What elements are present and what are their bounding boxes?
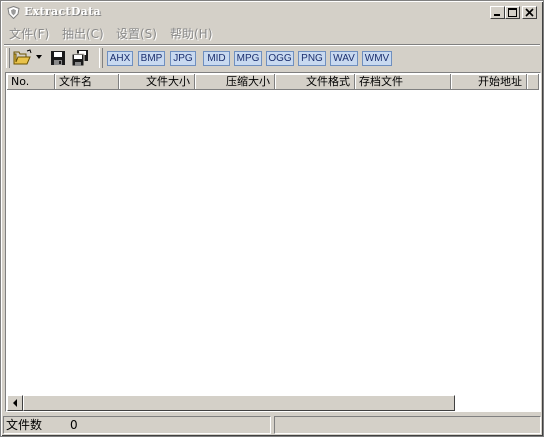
column-header-no[interactable]: No. (7, 74, 55, 90)
open-folder-icon[interactable] (13, 49, 33, 67)
list-header: No. 文件名 文件大小 压缩大小 文件格式 存档文件 开始地址 (7, 74, 539, 90)
format-mpg-button[interactable]: MPG (234, 51, 262, 66)
minimize-icon (494, 14, 500, 16)
status-file-count-panel: 文件数 0 (3, 416, 271, 434)
menu-help[interactable]: 帮助(H) (170, 25, 212, 42)
save-all-icon[interactable] (71, 49, 89, 67)
save-icon[interactable] (49, 49, 67, 67)
arrow-left-icon (12, 399, 17, 407)
column-header-file-format[interactable]: 文件格式 (275, 74, 355, 90)
scroll-left-button[interactable] (7, 395, 23, 411)
format-ogg-button[interactable]: OGG (266, 51, 294, 66)
toolbar: AHX BMP JPG MID MPG OGG PNG WAV WMV (3, 46, 541, 70)
title-bar[interactable]: ExtractData (3, 3, 541, 22)
close-icon (525, 8, 534, 17)
app-shield-icon (7, 6, 20, 19)
format-bmp-button[interactable]: BMP (138, 51, 165, 66)
column-header-compressed-size[interactable]: 压缩大小 (195, 74, 275, 90)
toolbar-grip-formats[interactable] (99, 48, 103, 68)
main-window: ExtractData 文件(F) 抽出(C) 设置(S) 帮助(H) AHX … (0, 0, 544, 437)
toolbar-grip[interactable] (6, 48, 10, 68)
menu-settings[interactable]: 设置(S) (116, 25, 157, 42)
column-header-archive-file[interactable]: 存档文件 (355, 74, 451, 90)
horizontal-scrollbar[interactable] (7, 395, 455, 411)
format-wmv-button[interactable]: WMV (362, 51, 392, 66)
scroll-corner (455, 395, 539, 411)
minimize-button[interactable] (490, 6, 505, 19)
column-header-start-address[interactable]: 开始地址 (451, 74, 527, 90)
menu-bar: 文件(F) 抽出(C) 设置(S) 帮助(H) (3, 23, 541, 42)
format-ahx-button[interactable]: AHX (107, 51, 133, 66)
format-jpg-button[interactable]: JPG (170, 51, 196, 66)
status-bar: 文件数 0 (3, 415, 541, 435)
maximize-icon (508, 8, 517, 17)
menu-extract[interactable]: 抽出(C) (62, 25, 104, 42)
file-count-value: 0 (70, 418, 78, 432)
file-list[interactable]: No. 文件名 文件大小 压缩大小 文件格式 存档文件 开始地址 (5, 72, 541, 412)
format-mid-button[interactable]: MID (203, 51, 230, 66)
column-header-file-name[interactable]: 文件名 (55, 74, 119, 90)
maximize-button[interactable] (505, 6, 520, 19)
chevron-down-icon[interactable] (36, 55, 42, 60)
scroll-thumb[interactable] (23, 395, 455, 411)
close-button[interactable] (522, 6, 537, 19)
window-title: ExtractData (24, 5, 101, 18)
format-png-button[interactable]: PNG (298, 51, 326, 66)
menu-file[interactable]: 文件(F) (9, 25, 49, 42)
status-secondary-panel (274, 416, 541, 434)
column-header-filler (527, 74, 539, 90)
column-header-file-size[interactable]: 文件大小 (119, 74, 195, 90)
format-wav-button[interactable]: WAV (330, 51, 358, 66)
file-count-label: 文件数 (6, 418, 43, 432)
